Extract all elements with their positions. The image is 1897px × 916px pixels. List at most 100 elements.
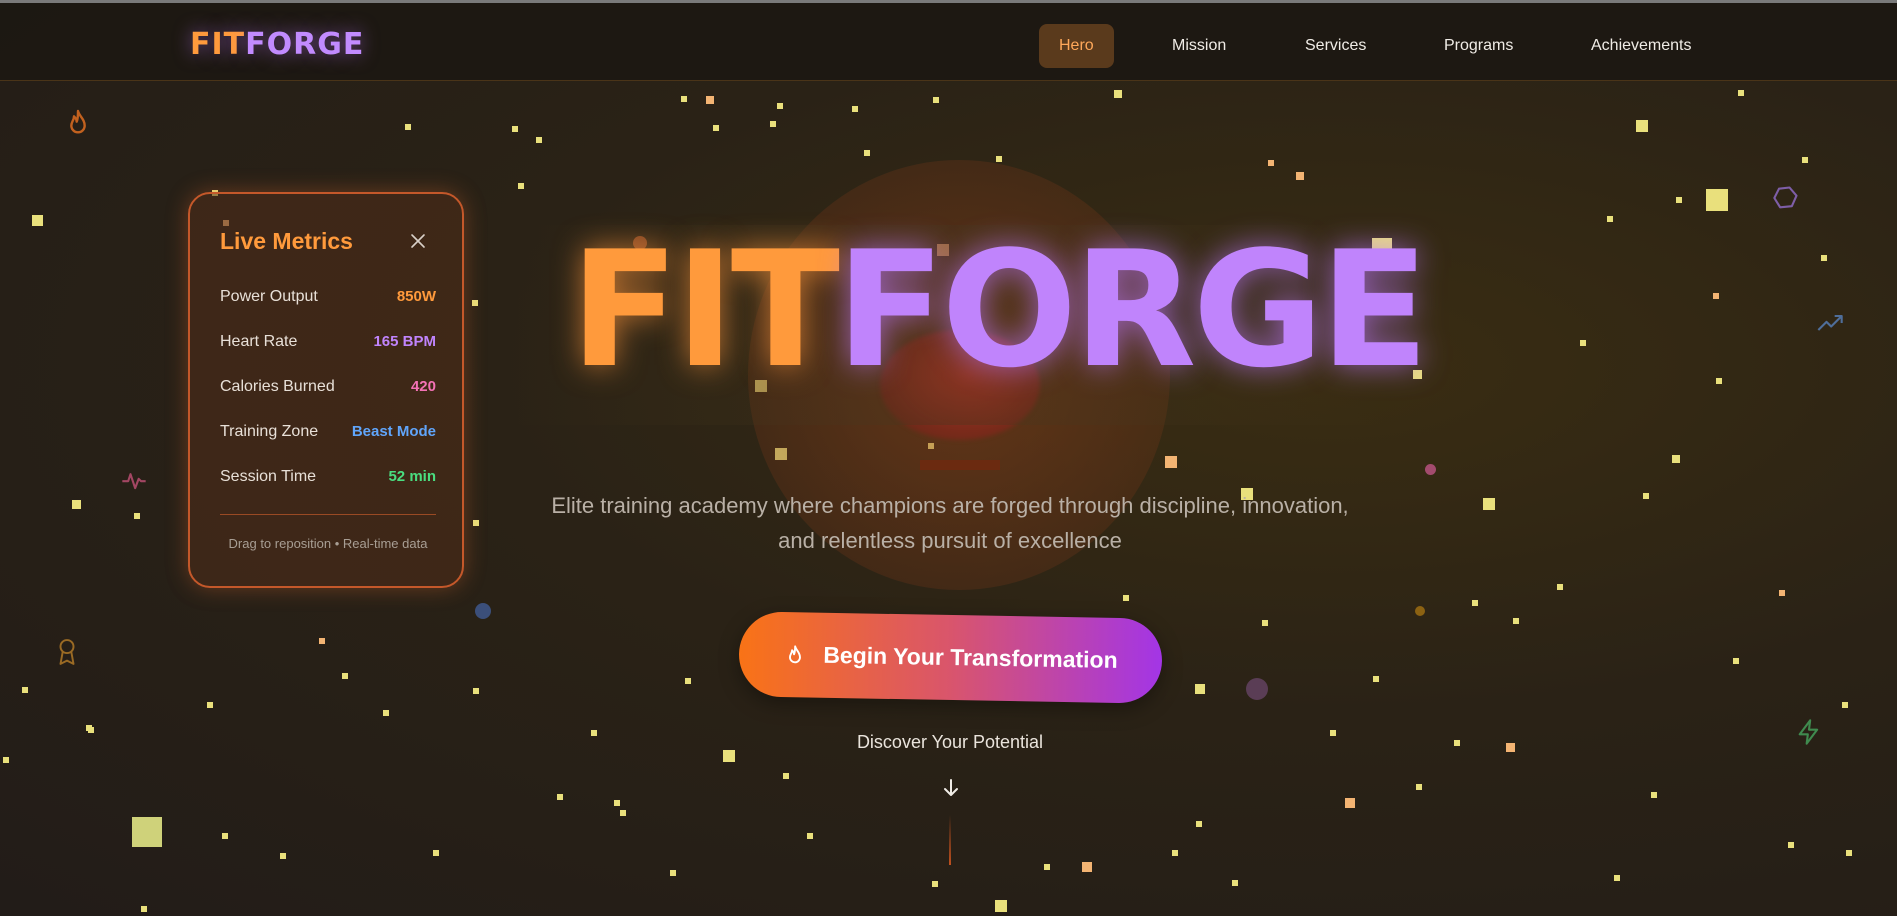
particle bbox=[1636, 120, 1648, 132]
particle bbox=[405, 124, 411, 130]
metric-label: Training Zone bbox=[220, 423, 319, 440]
particle bbox=[681, 96, 687, 102]
particle bbox=[1472, 600, 1478, 606]
particle bbox=[1345, 798, 1355, 808]
particle bbox=[1557, 584, 1563, 590]
metric-label: Heart Rate bbox=[220, 333, 298, 350]
particle bbox=[1788, 842, 1794, 848]
particle bbox=[512, 126, 518, 132]
particle bbox=[1195, 684, 1205, 694]
award-icon bbox=[59, 639, 75, 665]
brand-logo[interactable]: FITFORGE bbox=[190, 27, 364, 62]
particle bbox=[1672, 455, 1680, 463]
particle bbox=[222, 833, 228, 839]
particle bbox=[472, 300, 478, 306]
particle bbox=[1044, 864, 1050, 870]
particle bbox=[319, 638, 325, 644]
particle bbox=[995, 900, 1007, 912]
particle bbox=[1172, 850, 1178, 856]
particle bbox=[1643, 493, 1649, 499]
particle bbox=[1416, 784, 1422, 790]
particle bbox=[1651, 792, 1657, 798]
particle bbox=[1607, 216, 1613, 222]
particle bbox=[852, 106, 858, 112]
particle bbox=[1165, 456, 1177, 468]
particle bbox=[1232, 880, 1238, 886]
hero-title-part2: FORGE bbox=[835, 216, 1429, 403]
hero-subtitle-line2: and relentless pursuit of excellence bbox=[778, 528, 1122, 553]
metric-row-power-output: Power Output 850W bbox=[220, 288, 436, 312]
particle bbox=[72, 500, 81, 509]
floating-dot bbox=[1415, 606, 1425, 616]
floating-dot bbox=[1425, 464, 1436, 475]
particle bbox=[1114, 90, 1122, 98]
top-navbar: FITFORGE Hero Mission Services Programs … bbox=[0, 3, 1897, 81]
particle bbox=[670, 870, 676, 876]
particle bbox=[342, 673, 348, 679]
particle bbox=[1483, 498, 1495, 510]
particle bbox=[620, 810, 626, 816]
begin-transformation-button[interactable]: Begin Your Transformation bbox=[738, 611, 1163, 704]
particle bbox=[1738, 90, 1744, 96]
nav-item-mission[interactable]: Mission bbox=[1152, 24, 1246, 68]
particle bbox=[777, 103, 783, 109]
hero-subtitle: Elite training academy where champions a… bbox=[500, 488, 1400, 558]
hero-title: FITFORGE bbox=[570, 220, 1429, 400]
particle bbox=[1454, 740, 1460, 746]
particle bbox=[1506, 743, 1515, 752]
nav-item-hero[interactable]: Hero bbox=[1039, 24, 1114, 68]
particle bbox=[864, 150, 870, 156]
live-metrics-panel[interactable]: Live Metrics Power Output 850W Heart Rat… bbox=[188, 192, 464, 588]
metric-value: 850W bbox=[396, 288, 436, 305]
scroll-indicator-line bbox=[949, 815, 951, 865]
particle bbox=[614, 800, 620, 806]
discover-potential-link[interactable]: Discover Your Potential bbox=[800, 732, 1100, 753]
particle bbox=[1716, 378, 1722, 384]
particle bbox=[1196, 821, 1202, 827]
particle bbox=[1614, 875, 1620, 881]
particle bbox=[1676, 197, 1682, 203]
particle bbox=[1296, 172, 1304, 180]
nav-item-achievements[interactable]: Achievements bbox=[1571, 24, 1712, 68]
flame-icon bbox=[789, 644, 802, 663]
polygon-icon bbox=[1773, 186, 1798, 209]
metric-label: Session Time bbox=[220, 468, 317, 485]
metric-row-training-zone: Training Zone Beast Mode bbox=[220, 423, 436, 447]
particle bbox=[132, 817, 162, 847]
particle bbox=[3, 757, 9, 763]
particle bbox=[932, 881, 938, 887]
arrow-down-icon[interactable] bbox=[939, 776, 963, 800]
trending-up-icon bbox=[1817, 314, 1843, 331]
metric-row-calories-burned: Calories Burned 420 bbox=[220, 378, 436, 402]
metric-value: 420 bbox=[410, 378, 436, 395]
particle bbox=[1580, 340, 1586, 346]
close-icon[interactable] bbox=[409, 232, 427, 250]
particle bbox=[207, 702, 213, 708]
particle bbox=[1373, 676, 1379, 682]
particle bbox=[1082, 862, 1092, 872]
particle bbox=[770, 121, 776, 127]
hero-title-part1: FIT bbox=[570, 216, 840, 403]
particle bbox=[1706, 189, 1728, 211]
metric-label: Calories Burned bbox=[220, 378, 335, 395]
particle bbox=[86, 725, 92, 731]
particle bbox=[1262, 620, 1268, 626]
panel-title: Live Metrics bbox=[220, 228, 353, 254]
panel-divider bbox=[220, 514, 436, 515]
nav-item-services[interactable]: Services bbox=[1285, 24, 1386, 68]
particle bbox=[1846, 850, 1852, 856]
particle bbox=[557, 794, 563, 800]
particle bbox=[473, 520, 479, 526]
particle bbox=[591, 730, 597, 736]
nav-item-programs[interactable]: Programs bbox=[1424, 24, 1533, 68]
particle bbox=[1733, 658, 1739, 664]
particle bbox=[473, 688, 479, 694]
metric-label: Power Output bbox=[220, 288, 318, 305]
brand-logo-part1: FIT bbox=[190, 27, 246, 62]
hero-orb-bar bbox=[920, 460, 1000, 470]
metric-row-session-time: Session Time 52 min bbox=[220, 468, 436, 492]
particle bbox=[685, 678, 691, 684]
particle bbox=[1842, 702, 1848, 708]
particle bbox=[1268, 160, 1274, 166]
particle bbox=[996, 156, 1002, 162]
